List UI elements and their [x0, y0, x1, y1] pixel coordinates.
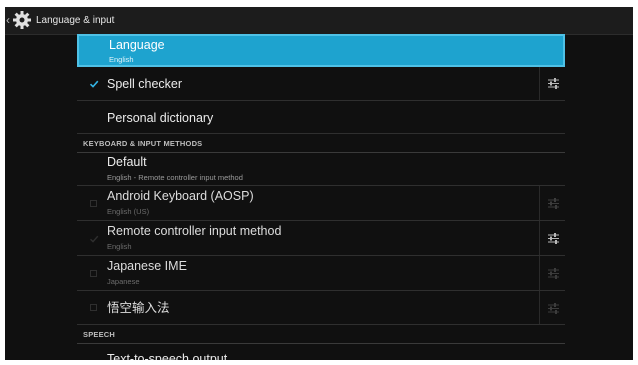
android-keyboard-title: Android Keyboard (AOSP): [107, 189, 254, 203]
personal-dictionary-title: Personal dictionary: [107, 111, 214, 125]
ime-row-japanese[interactable]: Japanese IME Japanese: [77, 256, 565, 291]
language-summary: English: [109, 55, 134, 64]
remote-controller-title: Remote controller input method: [107, 224, 282, 238]
default-input-row[interactable]: Default English - Remote controller inpu…: [77, 153, 565, 186]
japanese-ime-title: Japanese IME: [107, 259, 187, 273]
japanese-ime-settings-button[interactable]: [539, 256, 565, 290]
wukong-ime-settings-button[interactable]: [539, 291, 565, 324]
ime-row-remote-controller[interactable]: Remote controller input method English: [77, 221, 565, 256]
default-title: Default: [107, 155, 147, 169]
tune-icon: [548, 268, 559, 279]
spell-checker-row[interactable]: Spell checker: [77, 67, 565, 101]
tts-output-row[interactable]: Text-to-speech output: [77, 344, 565, 360]
speech-section-label: SPEECH: [83, 330, 116, 339]
tune-icon: [548, 303, 559, 314]
tts-output-title: Text-to-speech output: [107, 352, 228, 360]
keyboard-section-header: KEYBOARD & INPUT METHODS: [77, 134, 565, 153]
wukong-ime-title: 悟空输入法: [107, 301, 170, 315]
back-icon[interactable]: ‹: [6, 12, 10, 28]
android-keyboard-settings-button[interactable]: [539, 186, 565, 220]
personal-dictionary-row[interactable]: Personal dictionary: [77, 101, 565, 134]
spell-checker-checkbox[interactable]: [89, 79, 99, 89]
language-row[interactable]: Language English: [77, 34, 565, 67]
wukong-ime-checkbox[interactable]: [90, 304, 97, 311]
remote-controller-checkbox[interactable]: [89, 234, 99, 244]
remote-controller-summary: English: [107, 242, 132, 251]
tune-icon: [548, 78, 559, 89]
japanese-ime-summary: Japanese: [107, 277, 140, 286]
ime-row-android-keyboard[interactable]: Android Keyboard (AOSP) English (US): [77, 186, 565, 221]
japanese-ime-checkbox[interactable]: [90, 270, 97, 277]
tune-icon: [548, 233, 559, 244]
spell-checker-title: Spell checker: [107, 77, 183, 91]
language-input-screen: ‹ Language & input Language English Spel…: [5, 7, 633, 360]
action-bar: ‹ Language & input: [5, 7, 633, 35]
default-summary: English - Remote controller input method: [107, 173, 243, 182]
speech-section-header: SPEECH: [77, 325, 565, 344]
tune-icon: [548, 198, 559, 209]
android-keyboard-checkbox[interactable]: [90, 200, 97, 207]
settings-list: Language English Spell checker Personal …: [77, 34, 565, 360]
gear-icon[interactable]: [12, 10, 32, 30]
language-title: Language: [109, 38, 165, 52]
spell-checker-settings-button[interactable]: [539, 67, 565, 100]
android-keyboard-summary: English (US): [107, 207, 150, 216]
screen-title: Language & input: [36, 15, 115, 26]
keyboard-section-label: KEYBOARD & INPUT METHODS: [83, 139, 203, 148]
ime-row-wukong[interactable]: 悟空输入法: [77, 291, 565, 325]
remote-controller-settings-button[interactable]: [539, 221, 565, 255]
